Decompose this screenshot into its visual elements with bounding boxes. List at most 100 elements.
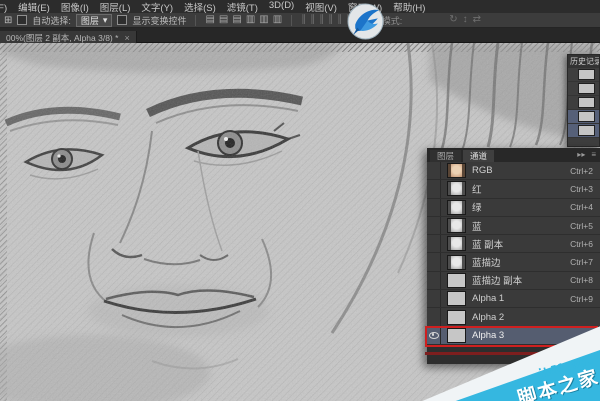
options-bar: ⊞ 自动选择: 图层 ▾ 显示变换控件 ▤ ▤ ▤ ▥ ▥ ▥ ∥ ∥ ∥ ∥ … (0, 13, 600, 28)
channel-shortcut: Ctrl+8 (570, 275, 600, 285)
align-right-edges-icon[interactable]: ▤ (232, 15, 241, 25)
menu-item[interactable]: 选择(S) (184, 0, 216, 13)
channel-visibility-toggle[interactable] (427, 162, 441, 179)
align-buttons: ▤ ▤ ▤ ▥ ▥ ▥ (205, 15, 282, 25)
auto-select-label: 自动选择: (32, 14, 71, 27)
history-state-row[interactable] (568, 82, 599, 96)
channel-name: 绿 (472, 200, 570, 214)
channel-name: 蓝描边 副本 (472, 273, 570, 287)
history-state-thumbnail (578, 125, 595, 136)
menu-item[interactable]: 帮助(H) (393, 0, 425, 13)
history-state-thumbnail (578, 69, 595, 80)
history-state-thumbnail (578, 83, 595, 94)
distribute-vcenter-icon[interactable]: ∥ (310, 15, 315, 25)
红[interactable]: 红 Ctrl+3 (427, 180, 600, 198)
channel-name: RGB (472, 165, 570, 176)
channel-thumbnail (447, 181, 466, 196)
绿[interactable]: 绿 Ctrl+4 (427, 199, 600, 217)
auto-select-checkbox[interactable] (17, 15, 27, 25)
history-state-row[interactable] (568, 68, 599, 82)
panel-menu-icon[interactable]: ≡ (591, 150, 596, 159)
history-panel: 历史记录 (567, 54, 600, 147)
channel-shortcut: Ctrl+9 (570, 294, 600, 304)
channel-shortcut: Ctrl+3 (570, 184, 600, 194)
channel-visibility-toggle[interactable] (427, 253, 441, 270)
蓝 副本[interactable]: 蓝 副本 Ctrl+6 (427, 235, 600, 253)
channel-visibility-toggle[interactable] (427, 272, 441, 289)
menu-item[interactable]: 3D(D) (269, 0, 294, 13)
document-tab-bar: 00%(图层 2 副本, Alpha 3/8) * × (0, 28, 600, 43)
channel-shortcut: Ctrl+6 (570, 239, 600, 249)
channel-name: 蓝 副本 (472, 237, 570, 251)
history-state-thumbnail (578, 111, 595, 122)
channel-name: 蓝描边 (472, 255, 570, 269)
channel-visibility-toggle[interactable] (427, 217, 441, 234)
separator (195, 15, 196, 26)
history-state-thumbnail (578, 97, 595, 108)
channel-visibility-toggle[interactable] (427, 290, 441, 307)
distribute-bottom-icon[interactable]: ∥ (319, 15, 324, 25)
distribute-buttons: ∥ ∥ ∥ ∥ ∥ ∥ (301, 15, 351, 25)
channel-thumbnail (447, 218, 466, 233)
history-state-row[interactable] (568, 96, 599, 110)
channels-panel-header: 图层 通道 ▸▸ ≡ (427, 148, 600, 162)
history-state-row[interactable] (568, 124, 599, 138)
channel-visibility-toggle[interactable] (427, 180, 441, 197)
channel-shortcut: Ctrl+2 (570, 166, 600, 176)
channel-shortcut: Ctrl+5 (570, 221, 600, 231)
蓝描边[interactable]: 蓝描边 Ctrl+7 (427, 253, 600, 271)
menu-item[interactable]: 文字(Y) (141, 0, 173, 13)
RGB[interactable]: RGB Ctrl+2 (427, 162, 600, 180)
channel-name: 蓝 (472, 219, 570, 233)
channel-shortcut: Ctrl+7 (570, 257, 600, 267)
channel-thumbnail (447, 163, 466, 178)
photoshop-window: 文件(F) 编辑(E) 图像(I) 图层(L) 文字(Y) 选择(S) 滤镜(T… (0, 0, 600, 401)
align-bottom-edges-icon[interactable]: ▥ (273, 15, 282, 25)
panel-tab[interactable]: 通道 (463, 150, 494, 162)
history-rows (568, 68, 599, 138)
channel-thumbnail (447, 236, 466, 251)
3d-mode-buttons: ↻ ↕ ⇄ (449, 15, 481, 25)
menu-item[interactable]: 图层(L) (100, 0, 131, 13)
align-left-edges-icon[interactable]: ▤ (205, 15, 214, 25)
separator (291, 15, 292, 26)
3d-slide-icon[interactable]: ⇄ (473, 15, 481, 25)
3d-rotate-icon[interactable]: ↻ (449, 15, 457, 25)
Alpha 1[interactable]: Alpha 1 Ctrl+9 (427, 290, 600, 308)
distribute-hcenter-icon[interactable]: ∥ (337, 15, 342, 25)
menu-item[interactable]: 滤镜(T) (227, 0, 258, 13)
panel-tab[interactable]: 图层 (430, 150, 461, 162)
channel-visibility-toggle[interactable] (427, 235, 441, 252)
menu-item[interactable]: 文件(F) (0, 0, 7, 13)
蓝[interactable]: 蓝 Ctrl+5 (427, 217, 600, 235)
channel-thumbnail (447, 291, 466, 306)
channel-shortcut: Ctrl+4 (570, 202, 600, 212)
menu-bar: 文件(F) 编辑(E) 图像(I) 图层(L) 文字(Y) 选择(S) 滤镜(T… (0, 0, 600, 13)
watermark: jb51.net 脚本之家 (415, 316, 600, 401)
show-transform-label: 显示变换控件 (132, 14, 186, 27)
蓝描边 副本[interactable]: 蓝描边 副本 Ctrl+8 (427, 272, 600, 290)
show-transform-checkbox[interactable] (117, 15, 127, 25)
collapse-panel-icon[interactable]: ▸▸ (577, 150, 585, 159)
menu-item[interactable]: 编辑(E) (18, 0, 50, 13)
chevron-down-icon: ▾ (103, 15, 108, 26)
align-horizontal-centers-icon[interactable]: ▤ (219, 15, 228, 25)
close-icon[interactable]: × (124, 33, 129, 43)
bird-logo-icon[interactable] (347, 3, 384, 40)
channel-thumbnail (447, 200, 466, 215)
channel-thumbnail (447, 273, 466, 288)
channel-name: 红 (472, 182, 570, 196)
distribute-top-icon[interactable]: ∥ (301, 15, 306, 25)
align-top-edges-icon[interactable]: ▥ (246, 15, 255, 25)
menu-item[interactable]: 图像(I) (61, 0, 89, 13)
auto-select-value: 图层 (81, 14, 99, 27)
3d-pan-icon[interactable]: ↕ (463, 15, 468, 25)
channel-visibility-toggle[interactable] (427, 199, 441, 216)
tool-preset-icon[interactable]: ⊞ (4, 15, 12, 26)
menu-item[interactable]: 视图(V) (305, 0, 337, 13)
auto-select-dropdown[interactable]: 图层 ▾ (76, 14, 113, 27)
distribute-left-icon[interactable]: ∥ (328, 15, 333, 25)
channel-thumbnail (447, 255, 466, 270)
history-state-row[interactable] (568, 110, 599, 124)
align-vertical-centers-icon[interactable]: ▥ (259, 15, 268, 25)
